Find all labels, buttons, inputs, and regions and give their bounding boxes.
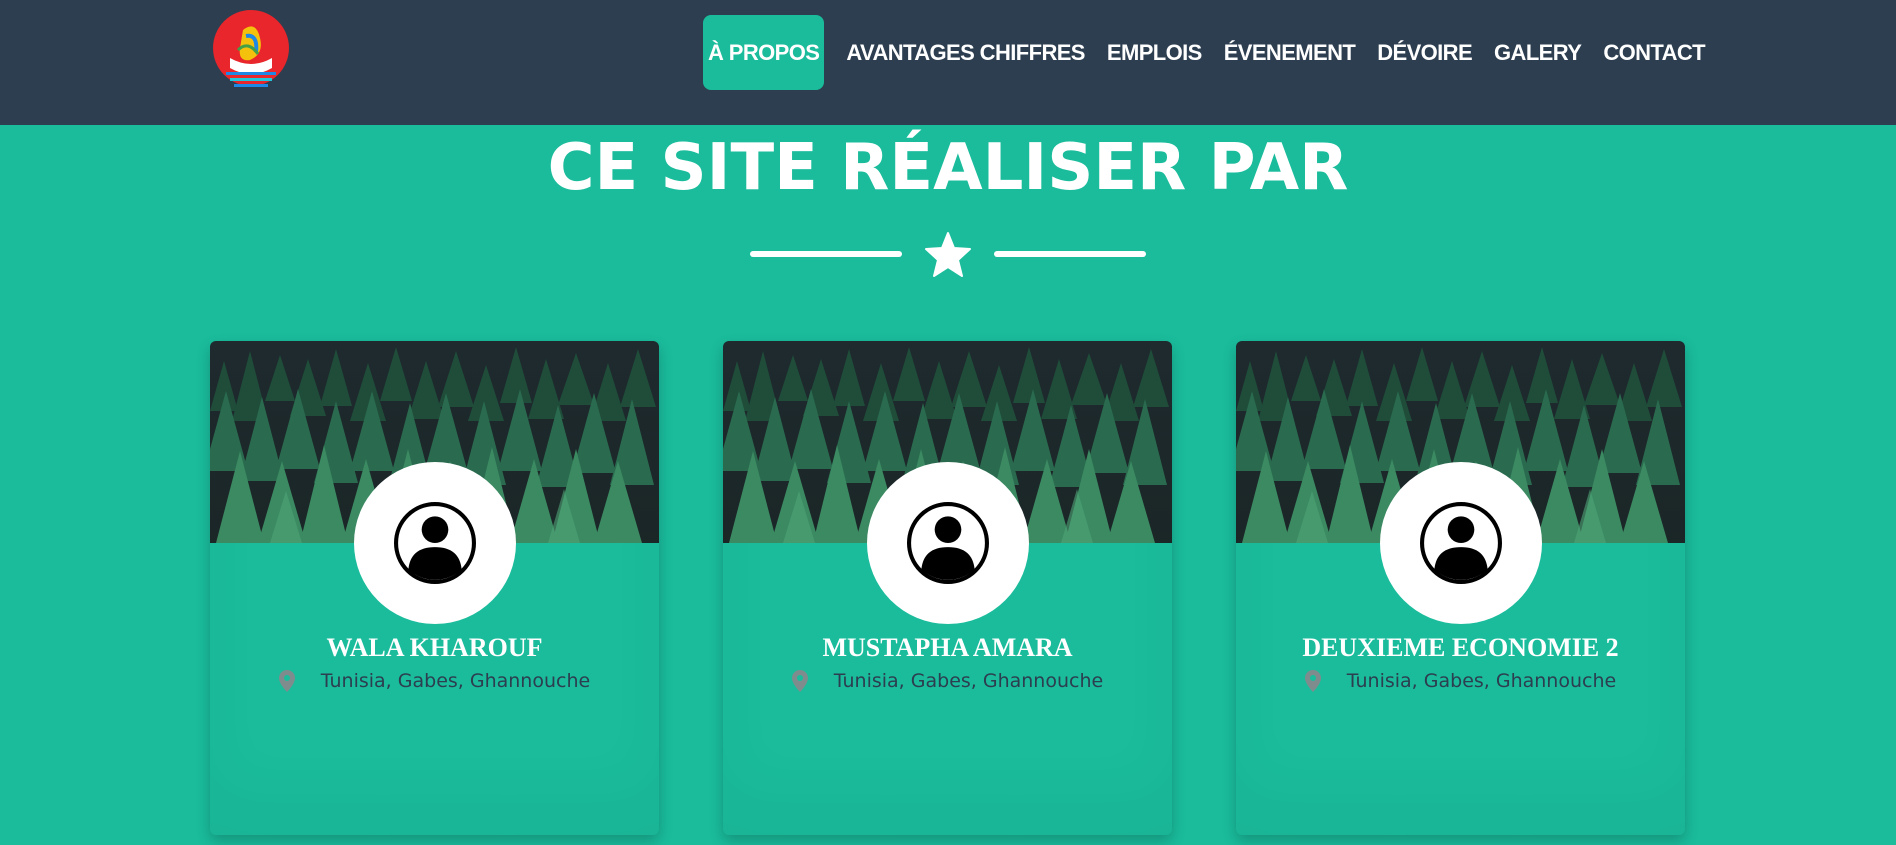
card-location: Tunisia, Gabes, Ghannouche (723, 667, 1172, 695)
card-name: WALA KHAROUF (326, 633, 543, 662)
location-pin-icon (1304, 670, 1321, 692)
location-pin-icon (791, 670, 808, 692)
nav-link-galery[interactable]: GALERY (1483, 15, 1592, 90)
card-name: DEUXIEME ECONOMIE 2 (1302, 633, 1619, 662)
avatar (354, 462, 516, 624)
card-location: Tunisia, Gabes, Ghannouche (1236, 667, 1685, 695)
team-card: DEUXIEME ECONOMIE 2 Tunisia, Gabes, Ghan… (1236, 341, 1685, 835)
user-avatar-icon (907, 502, 989, 584)
nav-link-a-propos[interactable]: À PROPOS (703, 15, 825, 90)
nav-link-devoire[interactable]: DÉVOIRE (1366, 15, 1483, 90)
nav-menu: À PROPOS AVANTAGES CHIFFRES EMPLOIS ÉVEN… (703, 15, 1716, 90)
team-card: MUSTAPHA AMARA Tunisia, Gabes, Ghannouch… (723, 341, 1172, 835)
site-logo[interactable] (208, 10, 294, 92)
card-location-text: Tunisia, Gabes, Ghannouche (1346, 670, 1617, 692)
user-avatar-icon (1420, 502, 1502, 584)
avatar (1380, 462, 1542, 624)
divider-line-right (994, 251, 1146, 257)
avatar (867, 462, 1029, 624)
divider-line-left (750, 251, 902, 257)
star-icon (923, 231, 973, 279)
card-location-text: Tunisia, Gabes, Ghannouche (833, 670, 1104, 692)
location-pin-icon (278, 670, 295, 692)
nav-link-avantages-chiffres[interactable]: AVANTAGES CHIFFRES (835, 15, 1096, 90)
card-location: Tunisia, Gabes, Ghannouche (210, 667, 659, 695)
card-name: MUSTAPHA AMARA (822, 633, 1073, 662)
team-card: WALA KHAROUF Tunisia, Gabes, Ghannouche (210, 341, 659, 835)
section-title: CE SITE RÉALISER PAR (547, 131, 1349, 205)
nav-link-evenement[interactable]: ÉVENEMENT (1213, 15, 1367, 90)
user-avatar-icon (394, 502, 476, 584)
navbar: À PROPOS AVANTAGES CHIFFRES EMPLOIS ÉVEN… (0, 0, 1896, 125)
card-location-text: Tunisia, Gabes, Ghannouche (320, 670, 591, 692)
nav-link-emplois[interactable]: EMPLOIS (1096, 15, 1213, 90)
nav-link-contact[interactable]: CONTACT (1592, 15, 1716, 90)
